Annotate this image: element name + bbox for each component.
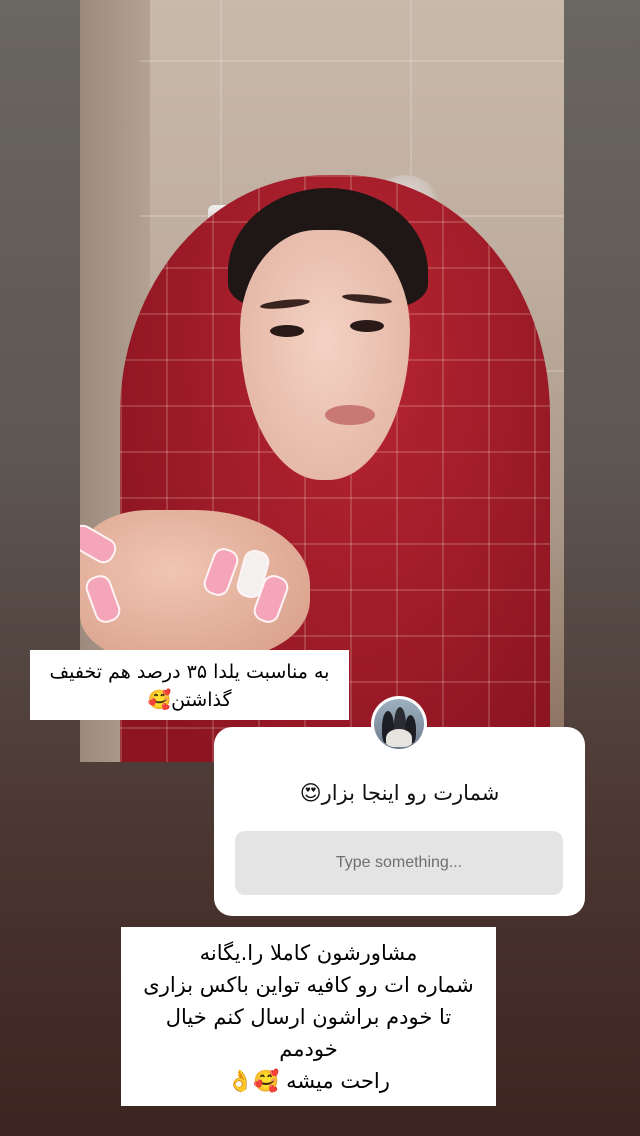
tile-line	[140, 60, 564, 62]
avatar-image	[374, 699, 424, 749]
caption-top: به مناسبت یلدا ۳۵ درصد هم تخفیف گذاشتن🥰	[30, 650, 349, 720]
caption-line: مشاورشون کاملا را.یگانه	[199, 941, 418, 965]
avatar[interactable]	[371, 696, 427, 752]
eye	[270, 325, 304, 337]
caption-line: راحت میشه 🥰👌	[227, 1069, 390, 1093]
question-sticker[interactable]: شمارت رو اینجا بزار😍 Type something...	[214, 727, 585, 916]
caption-line: شماره ات رو کافیه تواین باکس بزاری	[143, 973, 474, 997]
caption-bottom: مشاورشون کاملا را.یگانه شماره ات رو کافی…	[121, 927, 496, 1106]
caption-line: خودمم	[279, 1037, 338, 1061]
eye	[350, 320, 384, 332]
story-photo	[80, 0, 564, 762]
question-prompt: شمارت رو اینجا بزار😍	[299, 781, 500, 805]
caption-line: تا خودم براشون ارسال کنم خیال	[165, 1005, 452, 1029]
answer-input[interactable]: Type something...	[235, 831, 563, 895]
lips	[325, 405, 375, 425]
